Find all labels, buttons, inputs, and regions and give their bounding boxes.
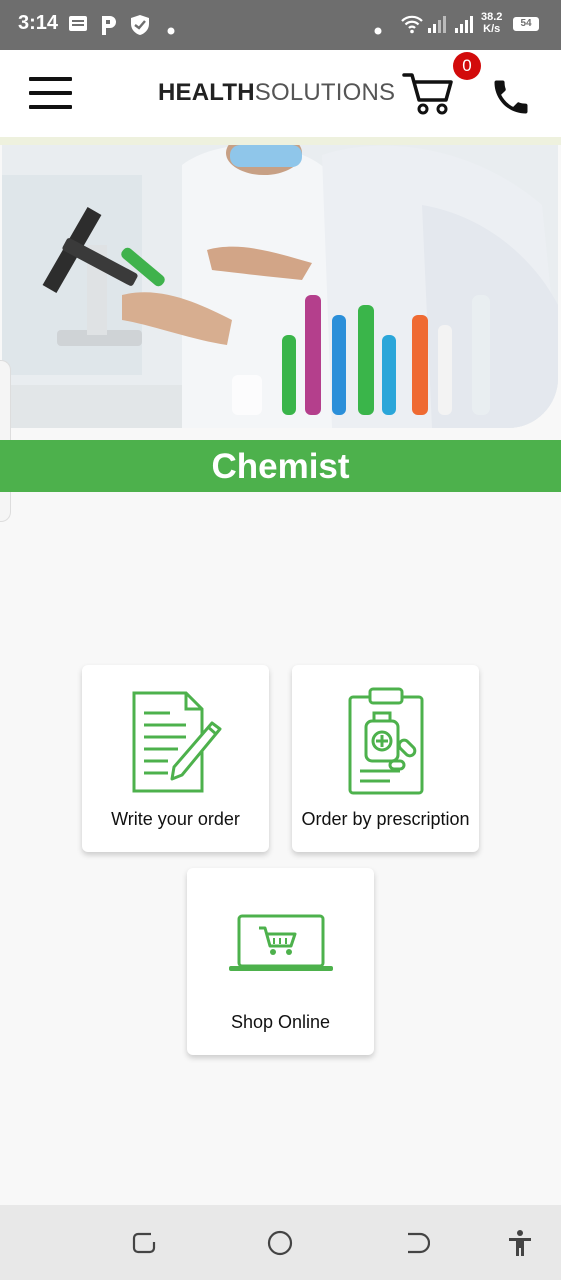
app-logo[interactable]: HEALTHSOLUTIONS: [158, 79, 395, 107]
phone-icon: [494, 80, 528, 114]
network-speed-value: 38.2: [481, 11, 503, 23]
phone-button[interactable]: [489, 75, 535, 121]
p-app-icon: [99, 14, 119, 40]
system-nav-bar: [0, 1205, 561, 1280]
accessibility-icon: [509, 1230, 531, 1256]
home-button[interactable]: [267, 1230, 293, 1260]
hero-image: [2, 145, 558, 428]
page-title: Chemist: [0, 440, 561, 492]
shield-icon: [130, 14, 150, 40]
shop-online-card[interactable]: Shop Online: [187, 868, 374, 1055]
write-order-card[interactable]: Write your order: [82, 665, 269, 852]
dot-icon: [167, 20, 175, 39]
cart-count-badge: 0: [453, 52, 481, 80]
logo-bold-text: HEALTH: [158, 79, 255, 106]
message-icon: [68, 14, 88, 38]
home-icon: [267, 1230, 293, 1256]
order-by-prescription-card[interactable]: Order by prescription: [292, 665, 479, 852]
card-label: Write your order: [111, 809, 240, 829]
laptop-cart-icon: [227, 912, 335, 978]
card-label: Order by prescription: [301, 809, 470, 829]
menu-button[interactable]: [29, 77, 72, 110]
battery-icon: 54: [513, 17, 539, 31]
recent-apps-button[interactable]: [131, 1230, 157, 1260]
signal-icon: [427, 14, 449, 38]
dot-icon: [374, 20, 382, 39]
back-icon: [408, 1232, 431, 1254]
prescription-clipboard-icon: [346, 687, 426, 801]
document-pencil-icon: [128, 689, 224, 799]
back-button[interactable]: [404, 1230, 431, 1260]
cart-button[interactable]: [402, 70, 454, 116]
card-label: Shop Online: [230, 1012, 331, 1032]
app-header: HEALTHSOLUTIONS 0: [0, 50, 561, 145]
cart-icon: [402, 73, 453, 115]
menu-icon: [29, 77, 72, 81]
status-bar: 3:14 38.2 K/s 54: [0, 0, 561, 50]
wifi-icon: [401, 14, 423, 38]
recent-apps-icon: [132, 1232, 156, 1254]
status-time: 3:14: [18, 12, 59, 34]
accessibility-button[interactable]: [506, 1229, 534, 1261]
signal-icon: [454, 14, 476, 38]
laboratory-scientists-photo: [2, 145, 558, 428]
network-speed-unit: K/s: [483, 23, 501, 35]
logo-light-text: SOLUTIONS: [254, 79, 396, 106]
network-speed: 38.2 K/s: [481, 11, 502, 35]
